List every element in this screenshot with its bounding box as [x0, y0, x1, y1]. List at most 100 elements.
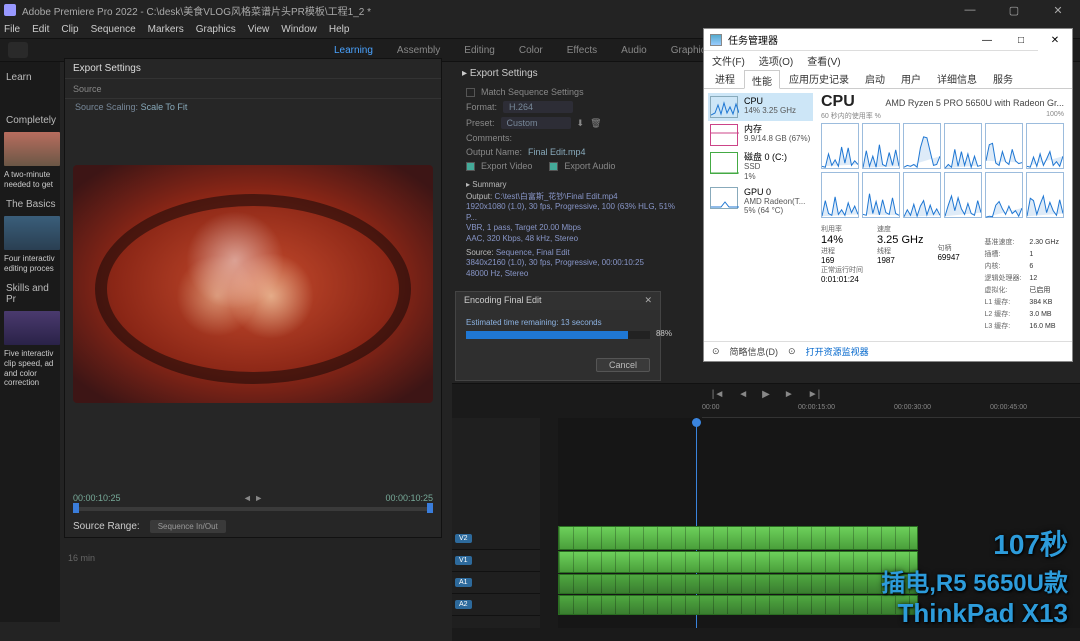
cpu-core-chart: [1026, 123, 1064, 169]
ws-learning[interactable]: Learning: [334, 45, 373, 56]
cpu-core-chart: [944, 172, 982, 218]
menu-window[interactable]: Window: [281, 24, 317, 35]
tm-menubar: 文件(F) 选项(O) 查看(V): [704, 51, 1072, 69]
learn-panel: Learn Completely A two-minute needed to …: [0, 62, 60, 622]
menu-graphics[interactable]: Graphics: [196, 24, 236, 35]
cpu-details-table: 基准速度:2.30 GHz插槽:1内核:6逻辑处理器:12虚拟化:已启用L1 缓…: [979, 235, 1064, 333]
time-left: 00:00:10:25: [73, 493, 121, 503]
preset-select[interactable]: Custom: [501, 117, 571, 129]
play-icon[interactable]: ▶: [762, 389, 770, 400]
menu-clip[interactable]: Clip: [61, 24, 78, 35]
maximize-button[interactable]: ▢: [992, 0, 1036, 20]
cpu-core-grid[interactable]: [821, 123, 1064, 218]
close-button[interactable]: ✕: [1036, 0, 1080, 20]
menu-markers[interactable]: Markers: [148, 24, 184, 35]
tm-titlebar[interactable]: 任务管理器 — □ ✕: [704, 29, 1072, 51]
cpu-core-chart: [821, 172, 859, 218]
tm-title-text: 任务管理器: [728, 32, 778, 47]
output-name[interactable]: Final Edit.mp4: [528, 147, 586, 157]
timeline-tools: [540, 418, 558, 628]
learn-thumb[interactable]: [4, 132, 60, 166]
menu-file[interactable]: File: [4, 24, 20, 35]
tm-main: CPUAMD Ryzen 5 PRO 5650U with Radeon Gr.…: [817, 89, 1072, 341]
task-manager-window: 任务管理器 — □ ✕ 文件(F) 选项(O) 查看(V) 进程 性能 应用历史…: [703, 28, 1073, 362]
timeline-ruler[interactable]: 00:00 00:00:15:00 00:00:30:00 00:00:45:0…: [702, 404, 1080, 418]
encoding-dialog: Encoding Final Edit ✕ Estimated time rema…: [455, 291, 661, 381]
time-right: 00:00:10:25: [385, 493, 433, 503]
premiere-titlebar[interactable]: Adobe Premiere Pro 2022 - C:\desk\美食VLOG…: [0, 0, 1080, 20]
goto-in-icon[interactable]: |◄: [712, 389, 725, 400]
cpu-core-chart: [862, 172, 900, 218]
cpu-core-chart: [944, 123, 982, 169]
track-headers: V2 V1 A1 A2: [452, 418, 540, 628]
range-button[interactable]: Sequence In/Out: [150, 520, 226, 533]
export-dialog-title[interactable]: Export Settings: [65, 59, 441, 79]
step-back-icon[interactable]: ◄: [738, 389, 748, 400]
learn-text: A two-minute needed to get: [4, 170, 56, 189]
ws-effects[interactable]: Effects: [567, 45, 597, 56]
goto-out-icon[interactable]: ►|: [808, 389, 821, 400]
format-select[interactable]: H.264: [503, 101, 573, 113]
export-video-cb[interactable]: [466, 162, 475, 171]
encoding-title: Encoding Final Edit: [464, 295, 542, 307]
encoding-cancel-button[interactable]: Cancel: [596, 358, 650, 372]
ws-audio[interactable]: Audio: [621, 45, 647, 56]
tm-sidebar: CPU14% 3.25 GHz 内存9.9/14.8 GB (67%) 磁盘 0…: [704, 89, 817, 341]
cpu-core-chart: [862, 123, 900, 169]
cpu-core-chart: [903, 172, 941, 218]
audio-clip[interactable]: [558, 595, 918, 615]
resource-monitor-link[interactable]: 打开资源监视器: [806, 345, 869, 358]
es-header: Export Settings: [470, 68, 538, 79]
sidebar-item-cpu[interactable]: CPU14% 3.25 GHz: [708, 93, 813, 121]
resource-monitor-icon: ⊙: [788, 346, 796, 357]
source-tab[interactable]: Source: [73, 84, 102, 94]
scale-value[interactable]: Scale To Fit: [141, 102, 188, 112]
tm-maximize[interactable]: □: [1004, 29, 1038, 51]
learn-thumb[interactable]: [4, 216, 60, 250]
sidebar-item-gpu[interactable]: GPU 0AMD Radeon(T... 5% (64 °C): [708, 184, 813, 219]
progress-percent: 88%: [656, 329, 672, 338]
range-label: Source Range:: [73, 521, 140, 532]
progress-bar: 88%: [466, 331, 650, 339]
overlay-caption: 107秒 插电,R5 5650U款 ThinkPad X13: [881, 523, 1068, 629]
step-fwd-icon[interactable]: ►: [784, 389, 794, 400]
delete-preset-icon[interactable]: 🗑: [590, 118, 601, 129]
menu-view[interactable]: View: [248, 24, 270, 35]
learn-header: Learn: [6, 72, 56, 83]
video-clip[interactable]: [558, 551, 918, 573]
ws-editing[interactable]: Editing: [464, 45, 495, 56]
fewer-details[interactable]: 简略信息(D): [730, 345, 779, 358]
minimize-button[interactable]: —: [948, 0, 992, 20]
menu-sequence[interactable]: Sequence: [91, 24, 136, 35]
cpu-core-chart: [903, 123, 941, 169]
scale-label: Source Scaling:: [75, 102, 138, 112]
save-preset-icon[interactable]: ⬇: [577, 118, 585, 129]
sidebar-item-disk[interactable]: 磁盘 0 (C:)SSD 1%: [708, 149, 813, 184]
export-audio-cb[interactable]: [549, 162, 558, 171]
premiere-title: Adobe Premiere Pro 2022 - C:\desk\美食VLOG…: [22, 3, 371, 18]
encoding-eta: Estimated time remaining: 13 seconds: [466, 318, 650, 327]
tm-minimize[interactable]: —: [970, 29, 1004, 51]
sequence-duration: 16 min: [68, 553, 95, 563]
cpu-core-chart: [985, 123, 1023, 169]
video-clip[interactable]: [558, 526, 918, 550]
match-checkbox[interactable]: [466, 88, 475, 97]
section-completely: Completely: [6, 115, 56, 126]
section-basics: The Basics: [6, 199, 56, 210]
ws-color[interactable]: Color: [519, 45, 543, 56]
range-slider[interactable]: [73, 507, 433, 511]
section-skills: Skills and Pr: [6, 283, 56, 305]
tm-close[interactable]: ✕: [1038, 29, 1072, 51]
premiere-logo-icon: [4, 4, 16, 16]
sidebar-item-memory[interactable]: 内存9.9/14.8 GB (67%): [708, 121, 813, 149]
menu-edit[interactable]: Edit: [32, 24, 49, 35]
audio-clip[interactable]: [558, 574, 918, 594]
collapse-icon[interactable]: ⊙: [712, 346, 720, 357]
home-icon[interactable]: [8, 42, 28, 58]
menu-help[interactable]: Help: [329, 24, 350, 35]
match-label: Match Sequence Settings: [481, 87, 584, 97]
cpu-core-chart: [985, 172, 1023, 218]
close-icon[interactable]: ✕: [644, 295, 652, 307]
ws-assembly[interactable]: Assembly: [397, 45, 440, 56]
learn-thumb[interactable]: [4, 311, 60, 345]
